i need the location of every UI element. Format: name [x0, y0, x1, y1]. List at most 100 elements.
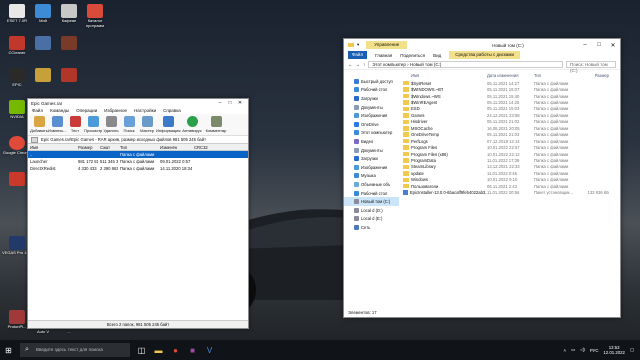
nav-item[interactable]: OneDrive — [344, 120, 399, 129]
extract-button[interactable]: Извлечь... — [48, 115, 67, 134]
nav-item[interactable]: Этот компьютер — [344, 129, 399, 138]
desktop-icon[interactable] — [54, 34, 84, 62]
test-button[interactable]: Тест — [66, 115, 84, 134]
pin-icon[interactable]: ▾ — [357, 42, 359, 48]
star-icon — [354, 78, 359, 84]
winrar-taskbar-button[interactable]: ■ — [184, 341, 201, 359]
tab-file[interactable]: Файл — [348, 51, 368, 59]
start-button[interactable]: ⊞ — [0, 341, 17, 359]
search-input[interactable]: Поиск: Новый том (C:) — [566, 60, 616, 73]
column-modified[interactable]: Изменён — [158, 145, 192, 150]
file-row[interactable]: DirectXRedist 4 330 433 2 390 863 Папка … — [28, 165, 248, 172]
explorer-titlebar[interactable]: ▾ Управление Новый том (C:) – □ ✕ — [344, 39, 620, 51]
manage-tab[interactable]: Управление — [366, 41, 408, 49]
minimize-button[interactable]: – — [215, 100, 225, 106]
forward-icon[interactable]: → — [356, 62, 361, 67]
up-folder-button[interactable] — [31, 136, 38, 143]
comment-button[interactable]: Комментар — [204, 115, 228, 134]
nav-item[interactable]: Объемные объ — [344, 180, 399, 189]
close-button[interactable]: ✕ — [235, 100, 245, 106]
column-packed[interactable]: Сжат — [98, 145, 118, 150]
navigation-pane: Быстрый доступ Рабочий стол Загрузки Док… — [344, 71, 399, 308]
notifications-icon[interactable]: ▢ — [630, 347, 634, 353]
back-icon[interactable]: ← — [348, 62, 353, 67]
task-view-button[interactable]: ◫ — [133, 341, 150, 359]
view-button[interactable]: Просмотр — [84, 115, 102, 134]
nav-item[interactable]: Сеть — [344, 223, 399, 232]
nav-item[interactable]: Музыка — [344, 172, 399, 181]
menu-item[interactable]: Операции — [76, 108, 97, 113]
nav-item[interactable]: Изображения — [344, 163, 399, 172]
file-name: Program Files (x86) — [400, 152, 487, 157]
column-size[interactable]: Размер — [76, 145, 98, 150]
column-date[interactable]: Дата изменения — [487, 73, 534, 78]
desktop-icon[interactable]: Каталог программ — [80, 2, 110, 30]
maximize-button[interactable]: □ — [225, 100, 235, 106]
nav-item-drive-c[interactable]: Новый том (C:) — [344, 197, 399, 206]
tab-view[interactable]: Вид — [433, 53, 441, 58]
tab-share[interactable]: Поделиться — [400, 53, 425, 58]
comment-icon — [210, 116, 222, 127]
task-view-icon: ◫ — [137, 345, 146, 355]
taskbar-search[interactable]: Введите здесь текст для поиска — [20, 343, 130, 357]
menu-item[interactable]: Справка — [163, 108, 181, 113]
nav-item[interactable]: Быстрый доступ — [344, 77, 399, 86]
file-row[interactable]: Launcher 981 172 812 511 345 300 Папка с… — [28, 158, 248, 165]
nav-item[interactable]: Local d (D:) — [344, 206, 399, 215]
vegas-taskbar-button[interactable]: V — [201, 341, 218, 359]
picture-icon — [354, 164, 359, 170]
antivirus-button[interactable]: Антивирус — [180, 115, 204, 134]
file-type: Папка с файлами — [534, 145, 569, 151]
nav-item[interactable]: Видео — [344, 137, 399, 146]
column-crc[interactable]: CRC32 — [192, 145, 222, 150]
archive-path[interactable]: Epic Games.rar\Epic Games - RAR архив, р… — [41, 137, 206, 142]
file-date: 16.06.2021 20:05 — [487, 125, 520, 131]
file-date: 24.12.2021 23:58 — [487, 112, 520, 118]
find-button[interactable]: Поиск — [120, 115, 138, 134]
tab-home[interactable]: Главная — [375, 53, 392, 58]
maximize-button[interactable]: □ — [592, 42, 606, 48]
minimize-button[interactable]: – — [578, 42, 592, 48]
up-icon[interactable]: ↑ — [363, 62, 365, 67]
file-name: ESD — [400, 106, 487, 111]
nav-item[interactable]: Загрузки — [344, 94, 399, 103]
nav-item[interactable]: Local d (E:) — [344, 215, 399, 224]
menu-item[interactable]: Настройки — [134, 108, 156, 113]
column-name[interactable]: Имя — [400, 73, 487, 78]
nav-item[interactable]: Рабочий стол — [344, 86, 399, 95]
file-row[interactable]: EpicInstaller-13.0.0-6bacaff9feb4022ab3.… — [400, 189, 620, 196]
winrar-titlebar[interactable]: Epic Games.rar – □ ✕ — [28, 99, 248, 107]
nav-item[interactable]: Документы — [344, 103, 399, 112]
close-button[interactable]: ✕ — [606, 42, 620, 49]
network-icon[interactable]: ▭ — [571, 347, 575, 353]
column-name[interactable]: Имя — [28, 145, 76, 150]
file-type: Папка с файлами — [534, 177, 569, 183]
delete-icon — [105, 116, 117, 127]
nav-item[interactable]: Рабочий стол — [344, 189, 399, 198]
add-button[interactable]: Добавить — [30, 115, 48, 134]
chrome-taskbar-button[interactable]: ● — [167, 341, 184, 359]
column-type[interactable]: Тип — [534, 73, 579, 78]
nav-item[interactable]: Изображения — [344, 111, 399, 120]
delete-button[interactable]: Удалить — [102, 115, 120, 134]
file-list: Имя Дата изменения Тип Размер $SysReset 0… — [400, 71, 620, 308]
chevron-up-icon[interactable]: ˄ — [563, 348, 566, 353]
clock[interactable]: 13:53 12.01.2022 — [603, 345, 625, 355]
explorer-taskbar-button[interactable]: ▬ — [150, 341, 167, 359]
tab-drive-tools[interactable]: Средства работы с дисками — [449, 51, 521, 59]
language-indicator[interactable]: РУС — [590, 348, 599, 353]
wizard-button[interactable]: Мастер — [138, 115, 156, 134]
menu-item[interactable]: Команды — [50, 108, 69, 113]
menu-item[interactable]: Файл — [32, 108, 43, 113]
column-size[interactable]: Размер — [579, 73, 609, 78]
address-bar[interactable]: Этот компьютер › Новый том (C:) — [368, 60, 563, 68]
volume-icon[interactable]: ◁) — [580, 347, 585, 353]
column-type[interactable]: Тип — [118, 145, 158, 150]
nav-item[interactable]: Загрузки — [344, 154, 399, 163]
info-button[interactable]: Информация — [156, 115, 181, 134]
drive-icon — [354, 207, 359, 213]
file-row[interactable]: .. Папка с файлами — [28, 151, 248, 158]
nav-item[interactable]: Документы — [344, 146, 399, 155]
menu-item[interactable]: Избранное — [104, 108, 127, 113]
desktop-icon[interactable] — [54, 66, 84, 94]
